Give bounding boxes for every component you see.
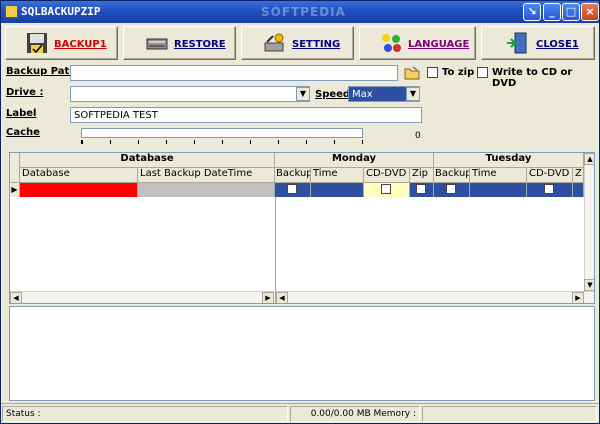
drive-select[interactable] — [70, 86, 310, 102]
col-tue-time[interactable]: Time — [470, 168, 527, 183]
to-zip-label: To zip — [442, 67, 475, 78]
vertical-scrollbar[interactable]: ▲ ▼ — [584, 153, 594, 291]
floppy-disk-icon — [27, 33, 47, 54]
drive-label: Drive : — [6, 87, 44, 98]
close-window-button[interactable]: × — [581, 3, 599, 21]
backup-path-input[interactable] — [70, 65, 398, 81]
cell-database[interactable] — [20, 183, 138, 197]
right-horizontal-scrollbar[interactable]: ◀ ▶ — [276, 291, 594, 303]
cell-mon-time[interactable] — [311, 183, 364, 197]
title-bar[interactable]: SQLBACKUPZIP SOFTPEDIA ↘ _ □ × — [1, 1, 599, 23]
speed-label: Speed — [315, 89, 351, 100]
cache-progress-bar — [81, 128, 363, 138]
cell-tue-cddvd[interactable] — [527, 183, 573, 197]
write-cd-checkbox[interactable] — [477, 67, 488, 78]
exit-door-icon — [507, 32, 527, 54]
tue-backup-checkbox[interactable] — [446, 184, 456, 194]
folder-browse-icon[interactable] — [404, 65, 420, 81]
group-tuesday-header: Tuesday — [434, 153, 584, 168]
write-cd-label: Write to CD or DVD — [492, 67, 573, 89]
cell-mon-backup[interactable] — [275, 183, 311, 197]
main-window: SQLBACKUPZIP SOFTPEDIA ↘ _ □ × BACKUP1 R… — [0, 0, 600, 424]
col-last-backup[interactable]: Last Backup DateTime — [138, 168, 275, 183]
backup-label: BACKUP1 — [54, 39, 107, 50]
cell-tue-z[interactable] — [573, 183, 584, 197]
restore-label: RESTORE — [174, 39, 226, 50]
row-indicator-icon: ▶ — [10, 183, 20, 197]
scroll-left-2-icon[interactable]: ◀ — [276, 292, 288, 303]
cell-tue-time[interactable] — [470, 183, 527, 197]
language-button[interactable]: LANGUAGE — [359, 26, 476, 60]
row-header-corner — [10, 153, 20, 183]
cell-mon-cddvd[interactable] — [364, 183, 410, 197]
cell-last-backup[interactable] — [138, 183, 275, 197]
language-label: LANGUAGE — [408, 39, 470, 50]
language-icon — [382, 34, 401, 52]
schedule-grid: Database Monday Tuesday Database Last Ba… — [9, 152, 595, 304]
window-title: SQLBACKUPZIP — [21, 5, 101, 18]
settings-form: Backup Path To zip Write to CD or DVD Dr… — [1, 63, 599, 149]
memory-status: 0.00/0.00 MB Memory : — [290, 406, 420, 422]
col-mon-cddvd[interactable]: CD-DVD — [364, 168, 410, 183]
status-extra — [422, 406, 597, 422]
maximize-button[interactable]: □ — [562, 3, 580, 21]
col-mon-zip[interactable]: Zip — [410, 168, 434, 183]
minimize-button[interactable]: _ — [543, 3, 561, 21]
watermark-text: SOFTPEDIA — [261, 5, 346, 19]
cache-label: Cache — [6, 127, 40, 138]
setting-label: SETTING — [292, 39, 341, 50]
col-tue-z[interactable]: Z — [573, 168, 584, 183]
col-database[interactable]: Database — [20, 168, 138, 183]
scroll-right-icon[interactable]: ▶ — [262, 292, 274, 303]
restore-window-icon[interactable]: ↘ — [523, 3, 541, 21]
close-label: CLOSE1 — [536, 39, 579, 50]
mon-zip-checkbox[interactable] — [416, 184, 426, 194]
label-label: Label — [6, 108, 37, 119]
mon-cddvd-checkbox[interactable] — [381, 184, 391, 194]
to-zip-checkbox[interactable] — [427, 67, 438, 78]
col-mon-time[interactable]: Time — [311, 168, 364, 183]
cache-scale-ticks — [81, 140, 363, 144]
col-tue-backup[interactable]: Backup — [434, 168, 470, 183]
col-mon-backup[interactable]: Backup — [275, 168, 311, 183]
close-button[interactable]: CLOSE1 — [481, 26, 595, 60]
scroll-left-icon[interactable]: ◀ — [10, 292, 22, 303]
speed-dropdown-icon[interactable]: ▼ — [406, 87, 420, 101]
status-text: Status : — [2, 406, 288, 422]
drive-icon — [146, 38, 168, 50]
left-horizontal-scrollbar[interactable]: ◀ ▶ — [10, 291, 275, 303]
mon-backup-checkbox[interactable] — [287, 184, 297, 194]
toolbar: BACKUP1 RESTORE SETTING LANGUAGE CLOSE1 — [1, 23, 599, 63]
cell-mon-zip[interactable] — [410, 183, 434, 197]
app-icon — [5, 5, 18, 18]
cache-value: 0 — [415, 131, 421, 141]
pane-divider — [275, 197, 276, 303]
restore-button[interactable]: RESTORE — [123, 26, 236, 60]
scroll-down-icon[interactable]: ▼ — [584, 279, 594, 291]
group-database-header: Database — [20, 153, 275, 168]
drive-dropdown-icon[interactable]: ▼ — [296, 87, 310, 101]
label-input[interactable]: SOFTPEDIA TEST — [70, 107, 422, 123]
log-area[interactable] — [9, 306, 595, 401]
settings-tools-icon — [264, 33, 284, 52]
cell-tue-backup[interactable] — [434, 183, 470, 197]
scroll-up-icon[interactable]: ▲ — [584, 153, 594, 165]
group-monday-header: Monday — [275, 153, 434, 168]
col-tue-cddvd[interactable]: CD-DVD — [527, 168, 573, 183]
status-bar: Status : 0.00/0.00 MB Memory : — [1, 403, 599, 423]
tue-cddvd-checkbox[interactable] — [544, 184, 554, 194]
backup-button[interactable]: BACKUP1 — [5, 26, 118, 60]
setting-button[interactable]: SETTING — [241, 26, 354, 60]
scroll-right-2-icon[interactable]: ▶ — [572, 292, 584, 303]
backup-path-label: Backup Path — [6, 66, 77, 77]
